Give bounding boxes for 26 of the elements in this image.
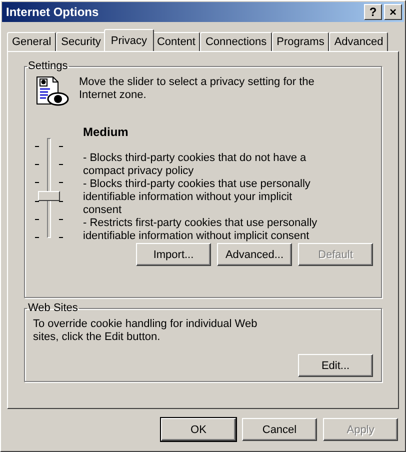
tab[interactable]: Advanced <box>329 32 388 51</box>
tab[interactable]: Privacy <box>104 29 154 51</box>
dialog-button[interactable]: OK <box>161 418 236 441</box>
web-sites-text: To override cookie handling for individual Web sites, click the Edit button. <box>33 318 258 344</box>
dialog-button[interactable]: Import... <box>136 243 211 266</box>
tab[interactable]: General <box>7 32 56 51</box>
level-name: Medium <box>83 126 130 139</box>
close-button[interactable]: × <box>384 4 402 20</box>
instruction-text: Move the slider to select a privacy setting for the Internet zone. <box>79 76 316 102</box>
privacy-slider[interactable] <box>35 138 63 238</box>
dialog-button[interactable]: Cancel <box>242 418 317 441</box>
group-title: Settings <box>27 60 69 72</box>
edit-button[interactable]: Edit... <box>298 354 373 377</box>
description-text: - Blocks third-party cookies that use personally identifiable information without your implicit consent <box>83 178 312 217</box>
group-title: Web Sites <box>27 302 79 314</box>
slider-thumb[interactable] <box>38 191 60 201</box>
dialog-button[interactable]: Advanced... <box>217 243 292 266</box>
help-button[interactable]: ? <box>364 4 382 20</box>
description-text: - Restricts first-party cookies that use personally identifiable information without implicit consent <box>83 217 318 243</box>
tab[interactable]: Security <box>56 32 106 51</box>
document-eye-icon <box>35 76 69 108</box>
tab[interactable]: Content <box>152 32 200 51</box>
window-title: Internet Options <box>6 5 99 19</box>
description-text: - Blocks third-party cookies that do not have a compact privacy policy <box>83 152 308 178</box>
tab[interactable]: Connections <box>200 32 272 51</box>
tab[interactable]: Programs <box>272 32 330 51</box>
